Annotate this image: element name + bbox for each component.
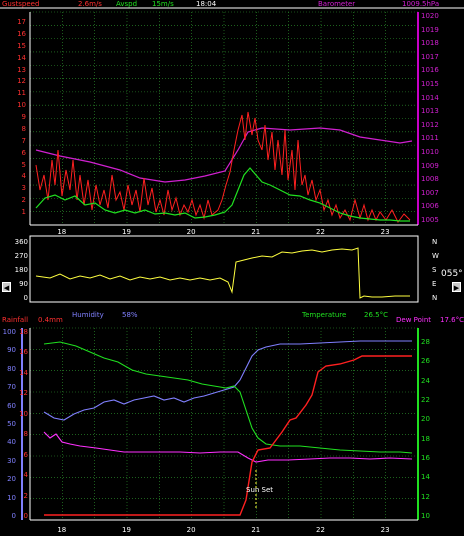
baro-y-tick: 1016 — [421, 66, 439, 75]
rainfall-y-tick: 18 — [19, 328, 28, 336]
wind-y-tick: 3 — [21, 184, 26, 193]
th-x-tick: 19 — [122, 526, 131, 534]
baro-y-tick: 1009 — [421, 161, 439, 170]
temp-y-tick: 18 — [421, 434, 430, 443]
wind-y-tick: 4 — [21, 172, 26, 181]
wind-y-tick: 15 — [17, 41, 26, 50]
rainfall-y-tick: 14 — [19, 368, 28, 377]
th-x-tick: 23 — [380, 526, 390, 534]
wind-y-tick: 2 — [21, 196, 26, 205]
direction-y-tick: 90 — [19, 280, 28, 288]
temp-y-tick: 26 — [421, 357, 430, 366]
compass-label: N — [432, 238, 438, 246]
baro-y-tick: 1020 — [421, 12, 439, 20]
baro-y-tick: 1013 — [421, 107, 439, 116]
sunset-annotation: Sun Set — [246, 486, 274, 494]
baro-y-tick: 1014 — [421, 93, 439, 102]
direction-y-tick: 360 — [14, 238, 28, 246]
temperature-value: 26.5°C — [364, 311, 388, 319]
wind-x-tick: 22 — [316, 228, 325, 236]
rainfall-y-tick: 2 — [23, 491, 28, 500]
gust-line — [35, 111, 411, 223]
rainfall-y-tick: 6 — [23, 450, 28, 459]
wind-x-tick: 20 — [186, 228, 196, 236]
triangle-left-icon: ◀ — [3, 284, 10, 292]
dewpoint-value: 17.6°C — [440, 316, 464, 324]
compass-label: S — [432, 266, 437, 274]
rainfall-y-tick: 4 — [23, 471, 28, 480]
humidity-line — [43, 340, 412, 421]
humidity-label: Humidity — [72, 311, 104, 319]
dewpoint-line — [43, 431, 413, 463]
th-x-tick: 22 — [316, 526, 325, 534]
barometer-line — [35, 127, 413, 183]
baro-y-tick: 1008 — [421, 175, 439, 184]
humidity-y-tick: 50 — [7, 420, 16, 428]
temp-y-tick: 20 — [421, 415, 430, 424]
wind-y-tick: 12 — [17, 77, 26, 86]
baro-y-tick: 1011 — [421, 134, 439, 143]
direction-readout: 055° — [441, 269, 463, 279]
wind-y-tick: 13 — [17, 65, 26, 74]
wind-y-tick: 17 — [17, 18, 26, 26]
humidity-y-tick: 60 — [7, 401, 16, 410]
baro-y-tick: 1017 — [421, 52, 439, 61]
rainfall-label: Rainfall — [2, 316, 29, 324]
rainfall-y-tick: 16 — [19, 348, 28, 357]
wind-x-tick: 21 — [251, 228, 261, 236]
scroll-right-button[interactable]: ▶ — [452, 282, 461, 292]
baro-y-tick: 1012 — [421, 120, 439, 129]
wind-y-tick: 10 — [17, 101, 26, 110]
rainfall-y-tick: 10 — [19, 409, 28, 418]
temp-y-tick: 22 — [421, 396, 430, 404]
direction-y-tick: 270 — [14, 252, 28, 260]
triangle-right-icon: ▶ — [453, 284, 460, 292]
compass-label: N — [432, 294, 438, 302]
compass-label: W — [432, 252, 439, 260]
baro-y-tick: 1010 — [421, 148, 439, 156]
th-x-tick: 21 — [251, 526, 261, 534]
baro-y-tick: 1006 — [421, 202, 439, 211]
temp-y-tick: 28 — [421, 338, 430, 346]
humidity-y-tick: 40 — [7, 438, 16, 447]
wind-y-tick: 8 — [21, 124, 26, 133]
wind-x-tick: 19 — [122, 228, 131, 236]
temp-y-tick: 14 — [421, 473, 430, 482]
wind-y-tick: 1 — [21, 208, 26, 216]
baro-y-tick: 1015 — [421, 80, 439, 88]
wind-y-tick: 11 — [17, 89, 26, 98]
baro-y-tick: 1007 — [421, 188, 439, 197]
baro-y-tick: 1005 — [421, 216, 439, 224]
charts-canvas — [0, 7, 464, 521]
baro-y-tick: 1018 — [421, 39, 439, 48]
temp-y-tick: 16 — [421, 454, 430, 462]
direction-y-tick: 180 — [14, 266, 28, 274]
dewpoint-label: Dew Point — [396, 316, 432, 324]
direction-y-tick: 0 — [23, 294, 28, 302]
temp-y-tick: 12 — [421, 492, 430, 501]
wind-y-tick: 6 — [21, 148, 26, 157]
wind-x-tick: 23 — [380, 228, 390, 236]
rainfall-y-tick: 8 — [23, 430, 28, 439]
scroll-left-button[interactable]: ◀ — [2, 282, 11, 292]
baro-y-tick: 1019 — [421, 25, 439, 34]
rainfall-y-tick: 12 — [19, 389, 28, 398]
compass-label: E — [432, 280, 437, 288]
th-x-tick: 20 — [186, 526, 196, 534]
rainfall-value: 0.4mm — [38, 316, 63, 324]
wind-y-tick: 14 — [17, 53, 26, 62]
th-x-tick: 18 — [57, 526, 67, 534]
temperature-label: Temperature — [302, 311, 347, 319]
wind-y-tick: 5 — [21, 160, 26, 169]
rainfall-y-tick: 0 — [23, 512, 28, 520]
wind-x-tick: 18 — [57, 228, 67, 236]
wind-y-tick: 7 — [21, 136, 26, 145]
humidity-value: 58% — [122, 311, 138, 319]
rainfall-line — [44, 355, 412, 516]
temp-y-tick: 24 — [421, 376, 430, 385]
wind-y-tick: 9 — [21, 113, 26, 121]
wind-y-tick: 16 — [17, 29, 26, 38]
temp-y-tick: 10 — [421, 512, 430, 520]
